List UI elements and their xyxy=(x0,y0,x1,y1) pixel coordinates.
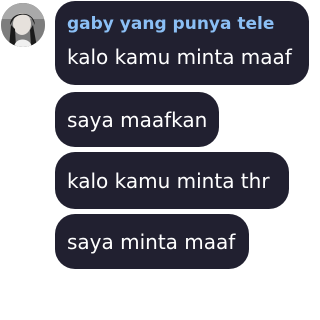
message-bubble[interactable]: kalo kamu minta thr xyxy=(55,152,289,209)
message-text: kalo kamu minta maaf xyxy=(67,45,292,69)
sender-name[interactable]: gaby yang punya tele xyxy=(67,14,274,34)
sender-avatar[interactable] xyxy=(1,3,45,47)
message-bubble[interactable]: saya minta maaf xyxy=(55,214,249,269)
message-text: kalo kamu minta thr xyxy=(67,168,270,193)
message-bubble[interactable]: gaby yang punya tele kalo kamu minta maa… xyxy=(55,1,309,85)
message-bubble[interactable]: saya maafkan xyxy=(55,92,219,147)
message-text: saya minta maaf xyxy=(67,229,236,254)
avatar-image xyxy=(1,3,45,47)
message-text: saya maafkan xyxy=(67,107,208,132)
